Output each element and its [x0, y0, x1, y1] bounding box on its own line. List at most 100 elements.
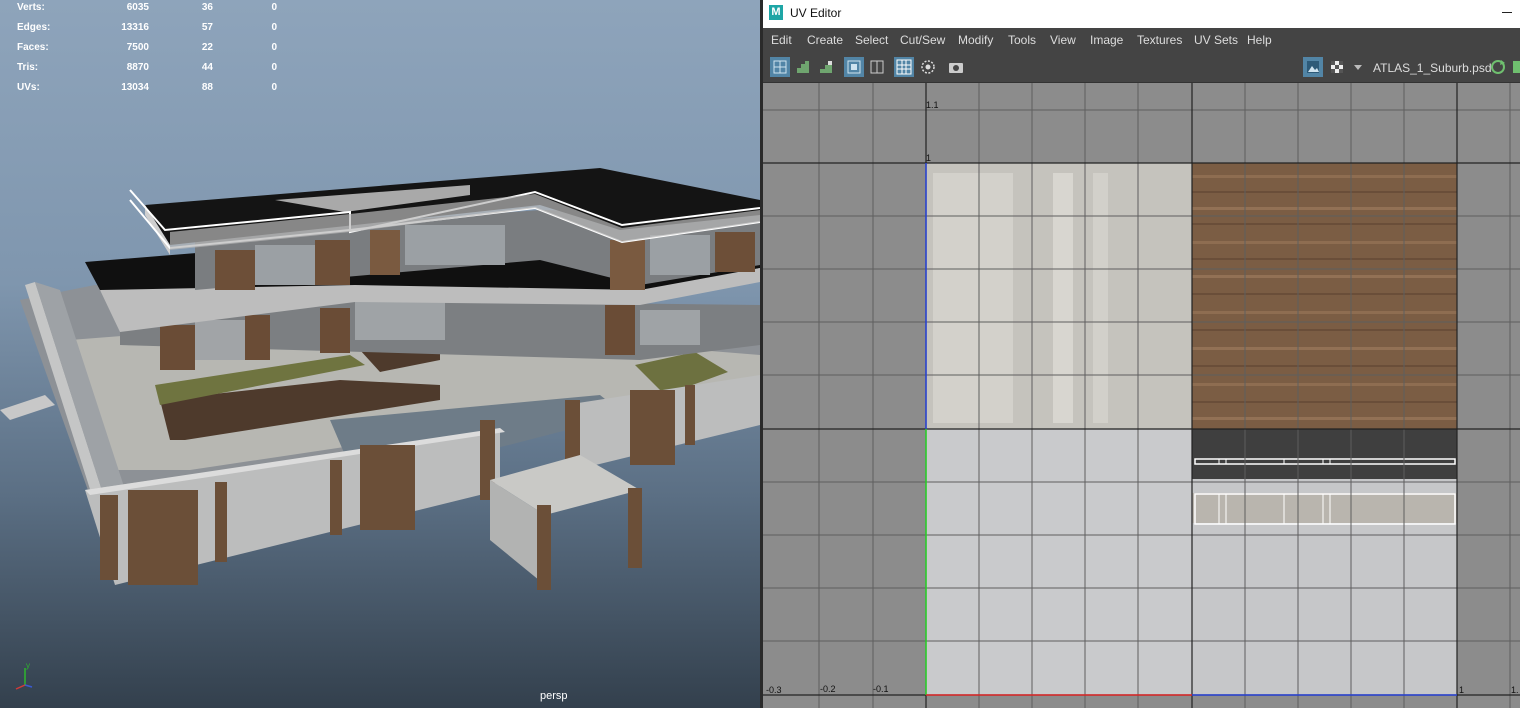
fence-post-4 — [330, 460, 342, 535]
hud-value: 0 — [271, 22, 277, 33]
ground-wood-4 — [605, 305, 635, 355]
texture-concrete — [926, 429, 1192, 695]
upper-window-1 — [255, 245, 315, 285]
menu-view[interactable]: View — [1050, 33, 1076, 47]
ground-wood-2 — [245, 315, 270, 360]
u-label-1-1: 1. — [1511, 685, 1519, 695]
fence-post-5 — [360, 445, 415, 530]
dropdown-arrow-icon[interactable] — [1348, 57, 1368, 77]
debris — [0, 395, 55, 420]
v-label-1: 1 — [926, 153, 932, 163]
menu-create[interactable]: Create — [807, 33, 843, 47]
menu-edit[interactable]: Edit — [771, 33, 792, 47]
hud-value: 8870 — [126, 62, 149, 73]
hud-value: 0 — [271, 82, 277, 93]
uv-toolbar: ATLAS_1_Suburb.psd — [763, 52, 1520, 83]
fence-post-9 — [685, 385, 695, 445]
u-label-m02: -0.2 — [820, 684, 836, 694]
upper-wood-4 — [610, 240, 645, 290]
refresh-icon[interactable] — [1488, 57, 1508, 77]
perspective-viewport[interactable]: Verts: 6035 36 0 Edges: 13316 57 0 Faces… — [0, 0, 760, 708]
hud-label: Tris: — [17, 62, 39, 73]
menu-modify[interactable]: Modify — [958, 33, 993, 47]
ground-window-2 — [355, 300, 445, 340]
menu-help[interactable]: Help — [1247, 33, 1272, 47]
window-title: UV Editor — [790, 6, 842, 20]
poly-count-hud: Verts: 6035 36 0 Edges: 13316 57 0 Faces… — [17, 2, 277, 102]
scene-render — [0, 168, 760, 590]
ground-window-1 — [195, 320, 250, 360]
upper-wood-2 — [315, 240, 350, 285]
texture-wood — [1192, 163, 1457, 429]
hud-value: 0 — [271, 62, 277, 73]
upper-window-2 — [405, 225, 505, 265]
hud-label: Verts: — [17, 2, 45, 13]
uv-grid — [763, 83, 1520, 708]
bridge-post-1 — [537, 505, 551, 590]
upper-wood-3 — [370, 230, 400, 275]
maya-logo-icon: M — [769, 5, 783, 20]
checker-icon[interactable] — [1327, 57, 1347, 77]
hud-value: 6035 — [126, 2, 149, 13]
fence-post-8 — [630, 390, 675, 465]
hud-value: 57 — [201, 22, 213, 33]
image-display-icon[interactable] — [1511, 57, 1520, 77]
uv-grid-icon[interactable] — [770, 57, 790, 77]
uv-shell-icon[interactable] — [844, 57, 864, 77]
gizmo-y-label: y — [26, 661, 30, 670]
hud-row-verts: Verts: 6035 36 0 — [17, 2, 277, 22]
axis-gizmo-icon: y — [15, 661, 33, 690]
image-display-icon[interactable] — [1303, 57, 1323, 77]
grid-toggle-icon[interactable] — [894, 57, 914, 77]
hud-value: 44 — [201, 62, 213, 73]
hud-value: 13316 — [121, 22, 149, 33]
menu-bar: Edit Create Select Cut/Sew Modify Tools … — [763, 29, 1520, 51]
fence-post-2 — [128, 490, 198, 585]
uv-canvas[interactable]: 1.1 1 -0.3 -0.2 -0.1 1 1. — [763, 83, 1520, 708]
ground-wood-1 — [160, 325, 195, 370]
menu-image[interactable]: Image — [1090, 33, 1123, 47]
bridge-post-2 — [628, 488, 642, 568]
fence-post-1 — [100, 495, 118, 580]
camera-label: persp — [540, 690, 568, 702]
texture-name-label[interactable]: ATLAS_1_Suburb.psd — [1373, 61, 1492, 75]
uv-border-icon[interactable] — [867, 57, 887, 77]
hud-value: 36 — [201, 2, 213, 13]
hud-value: 0 — [271, 42, 277, 53]
ground-wood-3 — [320, 308, 350, 353]
u-label-m03: -0.3 — [766, 685, 782, 695]
fence-post-3 — [215, 482, 227, 562]
menu-tools[interactable]: Tools — [1008, 33, 1036, 47]
minimize-button[interactable] — [1502, 5, 1514, 19]
menu-select[interactable]: Select — [855, 33, 888, 47]
stairs-alt-icon[interactable] — [816, 57, 836, 77]
u-label-1: 1 — [1459, 685, 1465, 695]
hud-row-uvs: UVs: 13034 88 0 — [17, 82, 277, 102]
hud-value: 13034 — [121, 82, 149, 93]
hud-value: 0 — [271, 2, 277, 13]
menu-textures[interactable]: Textures — [1137, 33, 1182, 47]
upper-wood-1 — [215, 250, 255, 290]
hud-row-edges: Edges: 13316 57 0 — [17, 22, 277, 42]
hud-value: 7500 — [126, 42, 149, 53]
menu-uv-sets[interactable]: UV Sets — [1194, 33, 1238, 47]
upper-window-3 — [650, 235, 710, 275]
hud-row-tris: Tris: 8870 44 0 — [17, 62, 277, 82]
hud-label: Edges: — [17, 22, 51, 33]
title-bar[interactable]: M UV Editor — [763, 0, 1520, 28]
hud-label: Faces: — [17, 42, 49, 53]
snapshot-icon[interactable] — [946, 57, 966, 77]
v-label-1-1: 1.1 — [926, 100, 939, 110]
hud-label: UVs: — [17, 82, 40, 93]
menu-cut-sew[interactable]: Cut/Sew — [900, 33, 945, 47]
texture-dark-band — [1192, 429, 1457, 479]
u-label-m01: -0.1 — [873, 684, 889, 694]
hud-row-faces: Faces: 7500 22 0 — [17, 42, 277, 62]
ground-window-3 — [640, 310, 700, 345]
hud-value: 88 — [201, 82, 213, 93]
uv-editor-window: M UV Editor Edit Create Select Cut/Sew M… — [763, 0, 1520, 708]
stairs-icon[interactable] — [793, 57, 813, 77]
upper-wood-5 — [715, 232, 755, 272]
hud-value: 22 — [201, 42, 213, 53]
circle-select-icon[interactable] — [918, 57, 938, 77]
